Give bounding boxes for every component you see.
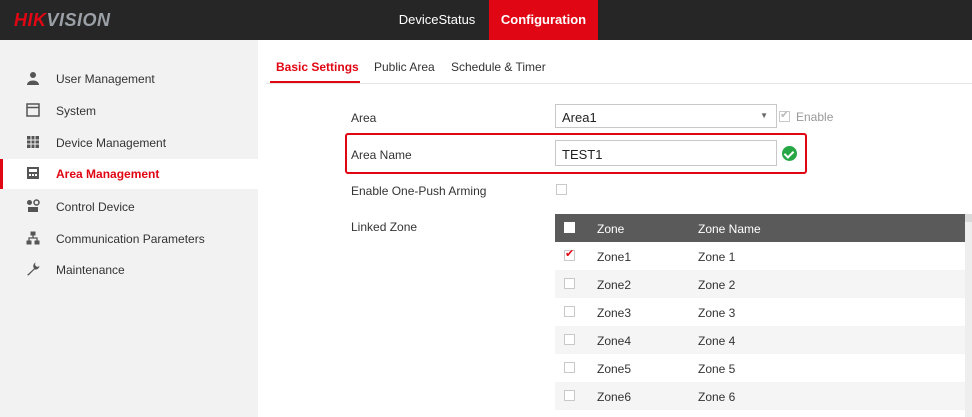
linked-zone-label: Linked Zone	[351, 220, 418, 234]
area-keypad-icon	[27, 167, 39, 179]
table-row: Zone1 Zone 1	[555, 242, 965, 270]
user-icon	[27, 72, 39, 85]
tab-public-area[interactable]: Public Area	[374, 60, 435, 74]
area-select-value: Area1	[562, 110, 597, 125]
zone-id: Zone4	[597, 334, 632, 348]
sidebar-item-label: Control Device	[56, 200, 135, 214]
zone-checkbox[interactable]	[564, 334, 575, 345]
area-label: Area	[351, 111, 377, 125]
enable-label: Enable	[796, 110, 834, 124]
zone-checkbox[interactable]	[564, 278, 575, 289]
hikvision-logo: HIKVISION	[14, 10, 111, 30]
tab-divider	[266, 83, 972, 84]
sidebar-item-label: Area Management	[56, 167, 160, 181]
one-push-arming-label: Enable One-Push Arming	[351, 184, 487, 198]
table-row: Zone5 Zone 5	[555, 354, 965, 382]
sidebar: User Management System Device Management…	[0, 40, 258, 417]
table-header: Zone Zone Name	[555, 214, 965, 242]
zone-name: Zone 6	[698, 390, 736, 404]
sidebar-item-label: Device Management	[56, 136, 167, 150]
zone-id: Zone2	[597, 278, 632, 292]
scroll-up-arrow[interactable]	[965, 214, 972, 222]
sidebar-item-label: System	[56, 104, 97, 118]
wrench-icon	[27, 262, 40, 276]
select-all-checkbox[interactable]	[564, 222, 575, 233]
area-name-value: TEST1	[562, 147, 603, 162]
nav-configuration[interactable]: Configuration	[489, 0, 598, 40]
active-tab-indicator	[270, 81, 360, 83]
system-window-icon	[26, 103, 40, 117]
table-row: Zone6 Zone 6	[555, 382, 965, 410]
zone-id: Zone5	[597, 362, 632, 376]
sidebar-item-maintenance[interactable]: Maintenance	[0, 255, 258, 285]
one-push-arming-checkbox[interactable]	[556, 184, 567, 195]
column-header-zone: Zone	[597, 222, 625, 236]
zone-checkbox[interactable]	[564, 362, 575, 373]
table-row: Zone2 Zone 2	[555, 270, 965, 298]
linked-zone-table: Zone Zone Name Zone1 Zone 1 Zone2 Zone 2…	[555, 214, 972, 410]
area-select[interactable]: Area1 ▼	[555, 104, 777, 128]
table-scrollbar[interactable]	[965, 214, 972, 417]
top-bar: HIKVISION DeviceStatus Configuration	[0, 0, 972, 40]
sidebar-item-device-management[interactable]: Device Management	[0, 128, 258, 158]
zone-name: Zone 2	[698, 278, 736, 292]
device-grid-icon	[27, 136, 39, 148]
zone-checkbox[interactable]	[564, 390, 575, 401]
sidebar-item-control-device[interactable]: Control Device	[0, 192, 258, 222]
zone-name: Zone 4	[698, 334, 736, 348]
zone-id: Zone6	[597, 390, 632, 404]
zone-checkbox[interactable]	[564, 247, 575, 261]
table-row: Zone3 Zone 3	[555, 298, 965, 326]
tab-schedule-timer[interactable]: Schedule & Timer	[451, 60, 546, 74]
zone-name: Zone 5	[698, 362, 736, 376]
control-device-icon	[27, 199, 40, 212]
zone-name: Zone 1	[698, 250, 736, 264]
sidebar-item-area-management[interactable]: Area Management	[0, 159, 258, 189]
tab-basic-settings[interactable]: Basic Settings	[276, 60, 359, 74]
area-name-label: Area Name	[351, 148, 412, 162]
enable-checkbox[interactable]	[779, 108, 790, 122]
sidebar-item-label: User Management	[56, 72, 155, 86]
nav-device-status[interactable]: DeviceStatus	[382, 0, 492, 40]
sidebar-item-user-management[interactable]: User Management	[0, 64, 258, 94]
sidebar-item-system[interactable]: System	[0, 96, 258, 126]
area-name-input[interactable]: TEST1	[555, 140, 777, 166]
column-header-zone-name: Zone Name	[698, 222, 761, 236]
sidebar-item-label: Maintenance	[56, 263, 125, 277]
table-row: Zone4 Zone 4	[555, 326, 965, 354]
zone-id: Zone3	[597, 306, 632, 320]
zone-checkbox[interactable]	[564, 306, 575, 317]
network-icon	[26, 231, 40, 245]
valid-check-icon	[782, 146, 797, 161]
sidebar-item-label: Communication Parameters	[56, 232, 205, 246]
chevron-down-icon: ▼	[760, 111, 768, 120]
zone-name: Zone 3	[698, 306, 736, 320]
sidebar-item-communication-parameters[interactable]: Communication Parameters	[0, 224, 258, 254]
zone-id: Zone1	[597, 250, 632, 264]
